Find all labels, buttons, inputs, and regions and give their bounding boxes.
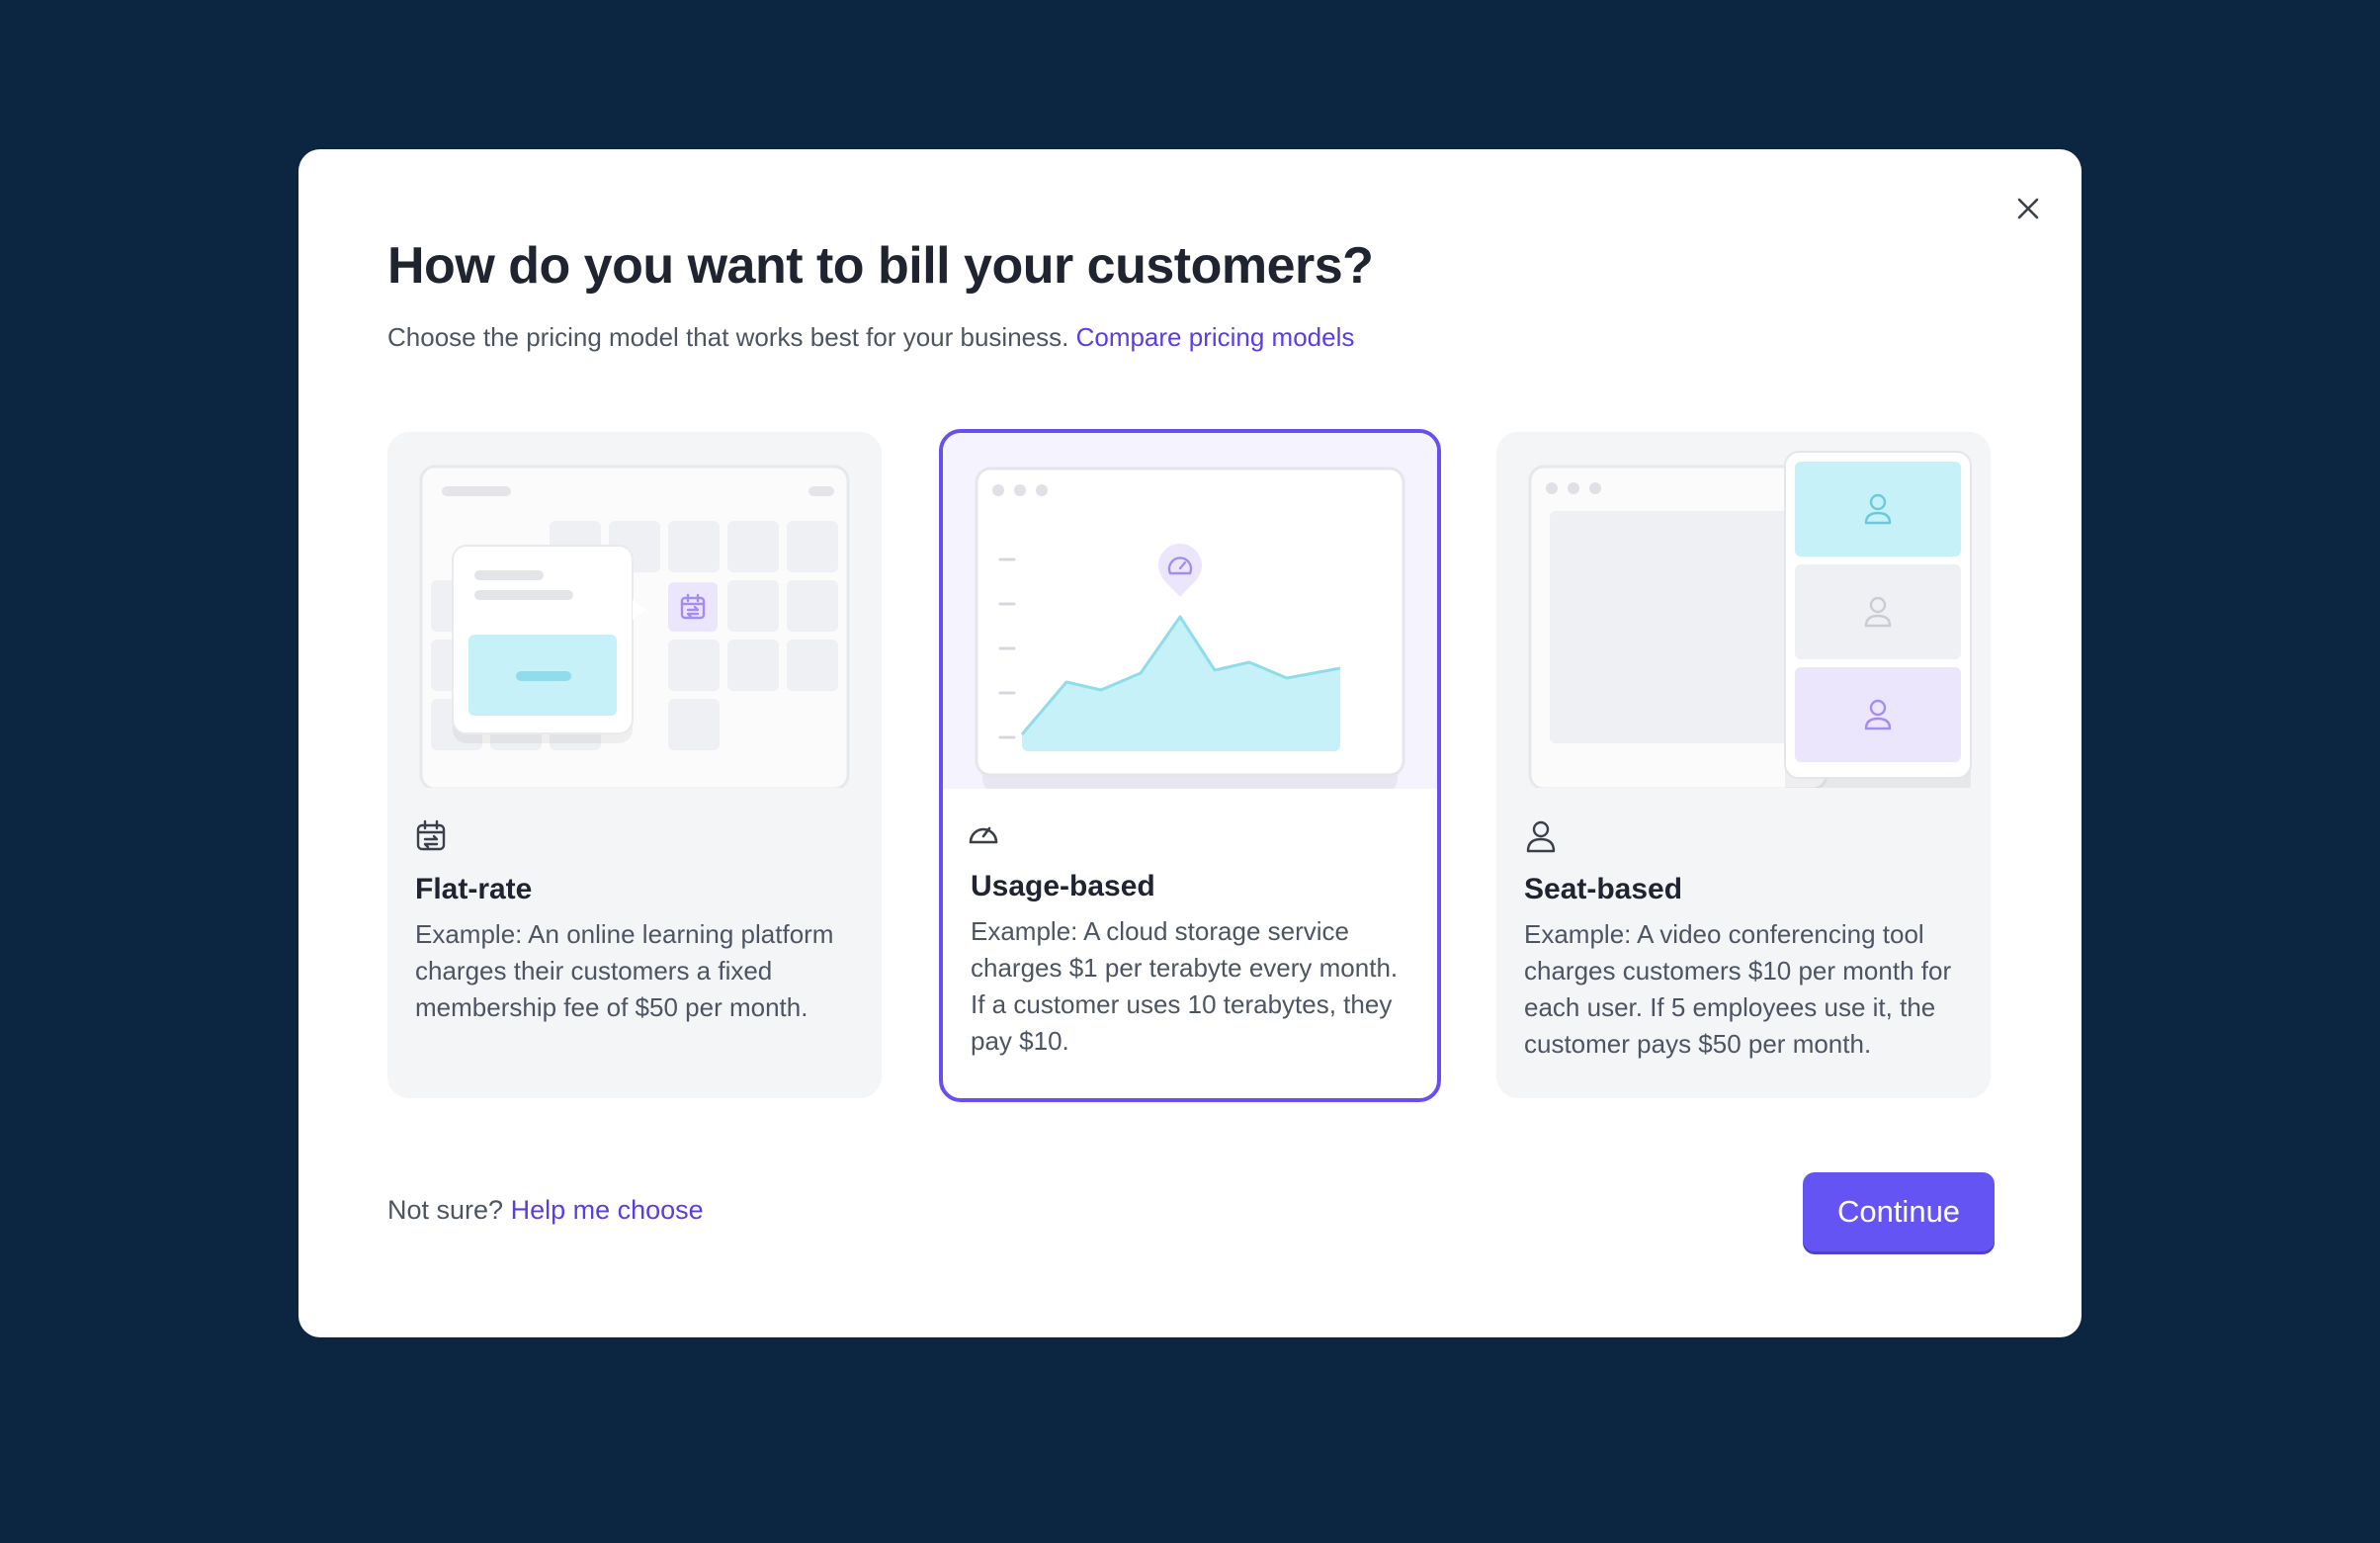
option-title: Usage-based (971, 870, 1155, 902)
dialog-subtitle: Choose the pricing model that works best… (387, 322, 1354, 353)
close-button[interactable] (2008, 189, 2048, 228)
help-prompt: Not sure? Help me choose (387, 1195, 704, 1226)
close-icon (2017, 198, 2039, 219)
option-card-seat-based[interactable]: Seat-based Example: A video conferencing… (1496, 432, 1991, 1098)
compare-pricing-models-link[interactable]: Compare pricing models (1076, 322, 1355, 352)
continue-button[interactable]: Continue (1803, 1172, 1995, 1251)
dialog-title: How do you want to bill your customers? (387, 237, 1374, 295)
subtitle-text: Choose the pricing model that works best… (387, 322, 1069, 352)
gauge-icon (969, 826, 998, 844)
seat-based-illustration (1528, 451, 1972, 788)
calendar-repeat-icon (416, 819, 446, 851)
option-card-usage-based[interactable]: Usage-based Example: A cloud storage ser… (939, 429, 1441, 1102)
option-card-flat-rate[interactable]: Flat-rate Example: An online learning pl… (387, 432, 882, 1098)
usage-based-illustration (943, 433, 1437, 789)
user-icon (1526, 820, 1556, 853)
not-sure-text: Not sure? (387, 1195, 504, 1225)
option-description: Example: A video conferencing tool charg… (1524, 919, 1952, 1059)
option-title: Seat-based (1524, 873, 1683, 905)
option-description: Example: An online learning platform cha… (415, 919, 834, 1022)
option-title: Flat-rate (415, 873, 533, 905)
option-description: Example: A cloud storage service charges… (971, 916, 1399, 1056)
help-me-choose-link[interactable]: Help me choose (511, 1195, 704, 1225)
pricing-model-dialog: How do you want to bill your customers? … (298, 149, 2082, 1337)
flat-rate-illustration (419, 465, 850, 788)
